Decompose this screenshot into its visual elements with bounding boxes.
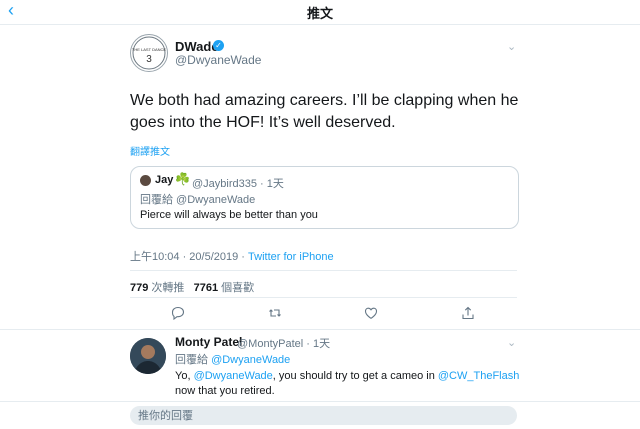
reply-text-part: now that you retired.	[175, 385, 275, 397]
avatar	[140, 175, 151, 186]
like-icon[interactable]	[364, 306, 378, 320]
reply-input[interactable]	[130, 406, 517, 425]
retweet-icon[interactable]	[268, 306, 282, 320]
like-count[interactable]: 7761	[194, 282, 218, 294]
like-count-label[interactable]: 個喜歡	[221, 282, 254, 294]
divider	[130, 270, 517, 271]
mention-link[interactable]: @CW_TheFlash	[438, 370, 519, 382]
engagement-stats: 779 次轉推 7761 個喜歡	[130, 279, 254, 295]
page-title: 推文	[306, 6, 333, 21]
avatar-logo-text: THE LAST DANCE	[132, 47, 166, 52]
avatar[interactable]	[130, 338, 166, 374]
divider	[0, 329, 640, 330]
reply-author-name[interactable]: Monty Patel	[175, 335, 242, 349]
timestamp: 上午10:04 · 20/5/2019 ·	[130, 251, 245, 263]
tweet-meta: 上午10:04 · 20/5/2019 · Twitter for iPhone	[130, 248, 334, 264]
reply-text: Yo, @DwyaneWade, you should try to get a…	[175, 369, 520, 399]
retweet-count-label[interactable]: 次轉推	[151, 282, 184, 294]
author-handle[interactable]: @DwyaneWade	[175, 53, 261, 67]
reply-to: 回覆給 @DwyaneWade	[175, 351, 290, 367]
mention-link[interactable]: @DwyaneWade	[211, 354, 290, 366]
reply-text-part: Yo,	[175, 370, 194, 382]
author-name[interactable]: DWade	[175, 39, 219, 54]
reply-to-label: 回覆給	[175, 354, 208, 366]
reply-text-part: , you should try to get a cameo in	[272, 370, 438, 382]
shamrock-icon: ☘️	[175, 172, 190, 186]
retweet-count[interactable]: 779	[130, 282, 148, 294]
tweet-text: We both had amazing careers. I’ll be cla…	[130, 92, 519, 131]
quoted-author-handle: @Jaybird335 · 1天	[192, 178, 284, 190]
divider	[130, 297, 517, 298]
quoted-tweet-text: Pierce will always be better than you	[140, 209, 318, 221]
svg-text:3: 3	[146, 54, 152, 65]
share-icon[interactable]	[461, 306, 475, 320]
reply-author-handle[interactable]: @MontyPatel · 1天	[237, 335, 330, 351]
quoted-reply-to: 回覆給 @DwyaneWade	[140, 194, 256, 206]
quoted-author-name: Jay	[155, 174, 174, 186]
translate-link[interactable]: 翻譯推文	[130, 143, 170, 158]
verified-badge-icon: ✓	[213, 40, 224, 51]
avatar[interactable]: THE LAST DANCE 3	[130, 34, 168, 72]
mention-link[interactable]: @DwyaneWade	[194, 370, 273, 382]
chevron-down-icon[interactable]: ⌄	[507, 336, 516, 349]
chevron-down-icon[interactable]: ⌄	[507, 40, 516, 53]
reply-icon[interactable]	[171, 306, 185, 321]
source-link[interactable]: Twitter for iPhone	[248, 251, 334, 263]
